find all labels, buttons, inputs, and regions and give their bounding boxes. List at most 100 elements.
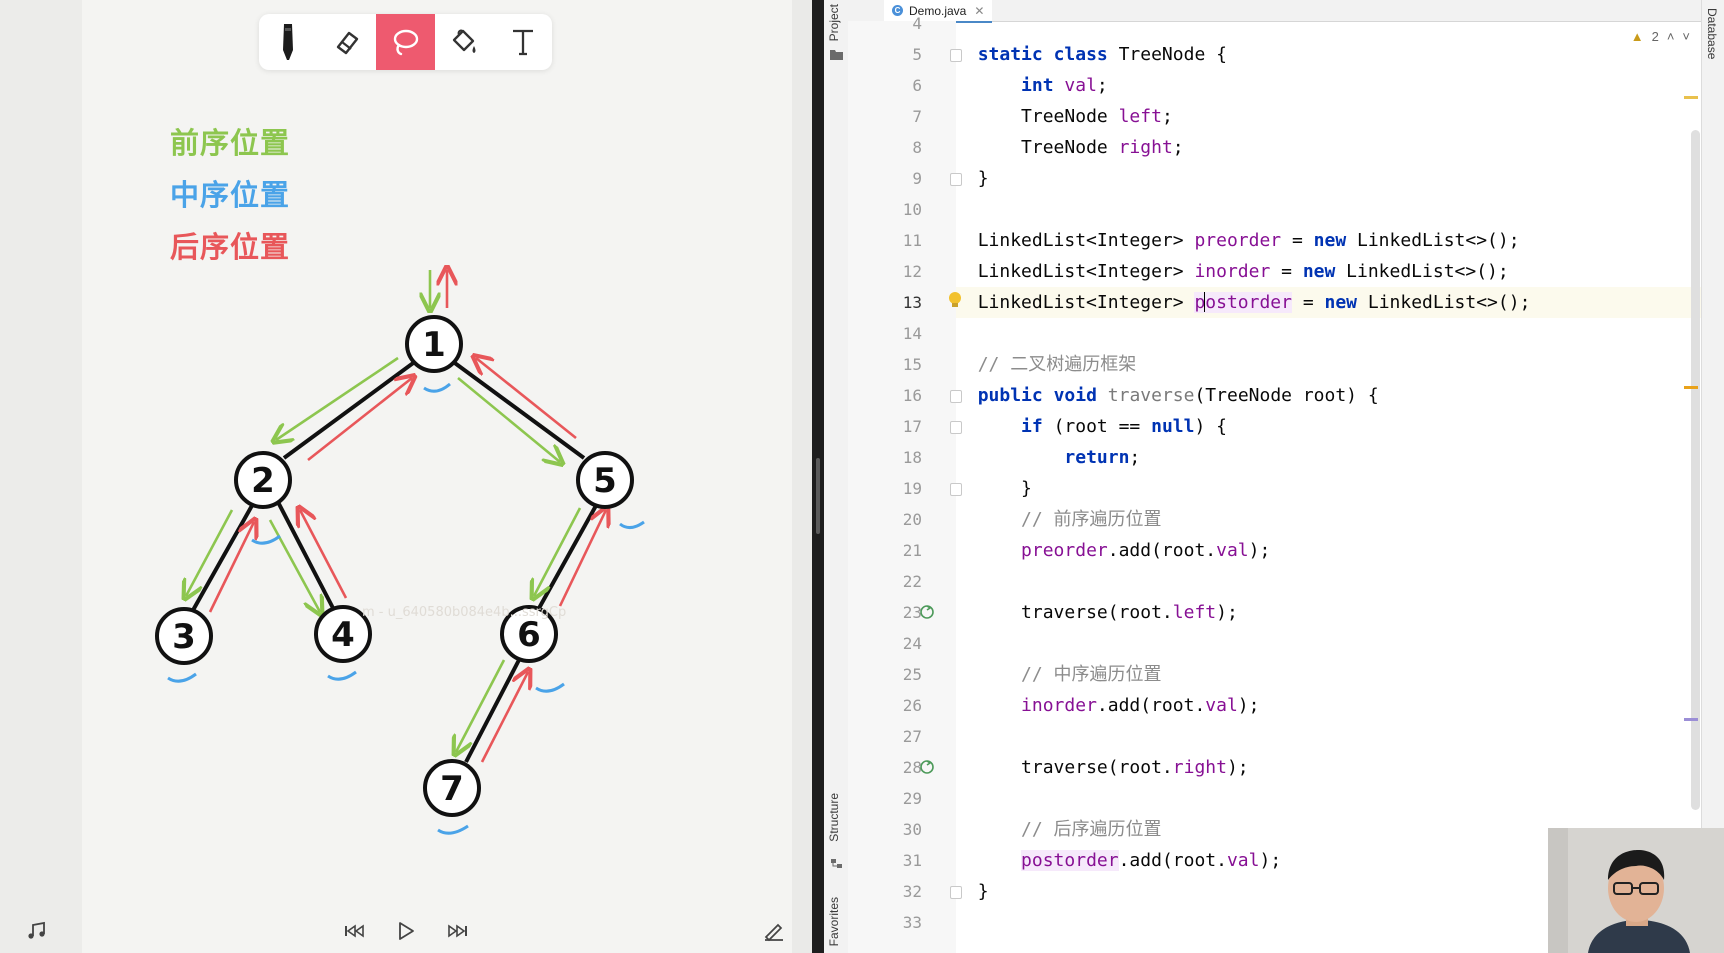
previous-highlight-icon[interactable]: ˄ — [1667, 29, 1675, 44]
code-line[interactable] — [956, 318, 1702, 349]
editor-scrollbar[interactable] — [1691, 130, 1700, 810]
code-line[interactable] — [956, 783, 1702, 814]
code-line[interactable]: traverse(root.right); — [956, 752, 1702, 783]
line-number[interactable]: 6 — [878, 70, 922, 101]
code-editor[interactable]: static class TreeNode { int val; TreeNod… — [956, 21, 1702, 953]
line-number[interactable]: 20 — [878, 504, 922, 535]
warning-stripe[interactable] — [1684, 96, 1698, 99]
usage-stripe[interactable] — [1684, 718, 1698, 721]
music-icon[interactable] — [26, 920, 48, 942]
code-line[interactable]: // 中序遍历位置 — [956, 659, 1702, 690]
code-token: } — [977, 168, 989, 189]
code-line[interactable]: int val; — [956, 70, 1702, 101]
code-line[interactable]: static class TreeNode { — [956, 39, 1702, 70]
code-line[interactable]: return; — [956, 442, 1702, 473]
line-number[interactable]: 4 — [878, 8, 922, 39]
divider-grip[interactable] — [816, 458, 820, 534]
line-number[interactable]: 30 — [878, 814, 922, 845]
structure-panel-tab[interactable]: Structure — [827, 793, 845, 842]
code-line[interactable] — [956, 721, 1702, 752]
project-panel-tab[interactable]: Project — [827, 4, 845, 41]
line-number[interactable]: 29 — [878, 783, 922, 814]
code-token: ; — [1129, 447, 1141, 468]
code-line[interactable]: public void traverse(TreeNode root) { — [956, 380, 1702, 411]
line-number[interactable]: 5 — [878, 39, 922, 70]
line-number[interactable]: 24 — [878, 628, 922, 659]
line-number[interactable]: 21 — [878, 535, 922, 566]
code-line[interactable]: traverse(root.left); — [956, 597, 1702, 628]
intention-bulb-icon[interactable] — [948, 291, 962, 309]
line-number[interactable]: 9 — [878, 163, 922, 194]
code-line[interactable] — [956, 194, 1702, 225]
code-line[interactable]: LinkedList<Integer> preorder = new Linke… — [956, 225, 1702, 256]
skip-forward-icon[interactable] — [446, 920, 470, 942]
line-number[interactable]: 12 — [878, 256, 922, 287]
line-number[interactable]: 26 — [878, 690, 922, 721]
split-divider[interactable] — [812, 0, 824, 953]
play-icon[interactable] — [394, 920, 418, 942]
line-number[interactable]: 17 — [878, 411, 922, 442]
code-line[interactable]: LinkedList<Integer> inorder = new Linked… — [956, 256, 1702, 287]
line-number[interactable]: 8 — [878, 132, 922, 163]
favorites-panel-tab[interactable]: Favorites — [827, 897, 845, 946]
line-number[interactable]: 25 — [878, 659, 922, 690]
drawing-canvas[interactable]: 前序位置 中序位置 后序位置 1 2 5 3 4 6 7 m - u_64058… — [0, 0, 812, 953]
tree-node-5-label: 5 — [593, 461, 617, 501]
line-number[interactable]: 28 — [878, 752, 922, 783]
line-number[interactable]: 18 — [878, 442, 922, 473]
binary-tree-diagram: 1 2 5 3 4 6 7 m - u_640580b084e4b...ssrg… — [155, 0, 645, 835]
code-line[interactable]: } — [956, 473, 1702, 504]
code-line[interactable]: } — [956, 163, 1702, 194]
recursive-call-icon[interactable] — [919, 604, 935, 620]
code-keyword: new — [1302, 261, 1336, 282]
line-number[interactable]: 15 — [878, 349, 922, 380]
annotate-icon[interactable] — [762, 920, 786, 942]
line-number[interactable]: 23 — [878, 597, 922, 628]
code-field: val — [1064, 75, 1097, 96]
code-line[interactable] — [956, 566, 1702, 597]
code-line[interactable]: inorder.add(root.val); — [956, 690, 1702, 721]
code-line[interactable]: TreeNode right; — [956, 132, 1702, 163]
code-line[interactable] — [956, 8, 1702, 39]
next-highlight-icon[interactable]: ˅ — [1682, 29, 1690, 44]
code-token: traverse(root. — [1021, 757, 1173, 778]
line-number[interactable]: 7 — [878, 101, 922, 132]
inspection-widget[interactable]: ▲ 2 ˄ ˅ — [1631, 29, 1690, 44]
code-line[interactable]: TreeNode left; — [956, 101, 1702, 132]
line-number[interactable]: 32 — [878, 876, 922, 907]
code-token: .add(root. — [1096, 695, 1206, 716]
database-panel-tab[interactable]: Database — [1705, 8, 1719, 59]
recursive-call-icon[interactable] — [919, 759, 935, 775]
line-number[interactable]: 22 — [878, 566, 922, 597]
line-number[interactable]: 10 — [878, 194, 922, 225]
code-line[interactable]: LinkedList<Integer> postorder = new Link… — [956, 287, 1702, 318]
line-number[interactable]: 31 — [878, 845, 922, 876]
code-line[interactable]: // 前序遍历位置 — [956, 504, 1702, 535]
code-line[interactable]: // 二叉树遍历框架 — [956, 349, 1702, 380]
line-number[interactable]: 27 — [878, 721, 922, 752]
tree-node-5: 5 — [576, 451, 634, 509]
code-token: ); — [1216, 602, 1238, 623]
line-number[interactable]: 19 — [878, 473, 922, 504]
tree-node-6-label: 6 — [517, 615, 541, 655]
line-number[interactable]: 16 — [878, 380, 922, 411]
line-number[interactable]: 13 — [878, 287, 922, 318]
code-token: LinkedList<>(); — [1346, 230, 1520, 251]
line-number[interactable]: 33 — [878, 907, 922, 938]
skip-back-icon[interactable] — [342, 920, 366, 942]
warning-stripe[interactable] — [1684, 386, 1698, 389]
code-line[interactable]: if (root == null) { — [956, 411, 1702, 442]
code-field: left — [1172, 602, 1217, 623]
line-number[interactable]: 11 — [878, 225, 922, 256]
code-line[interactable] — [956, 628, 1702, 659]
code-line[interactable]: preorder.add(root.val); — [956, 535, 1702, 566]
line-number[interactable]: 14 — [878, 318, 922, 349]
